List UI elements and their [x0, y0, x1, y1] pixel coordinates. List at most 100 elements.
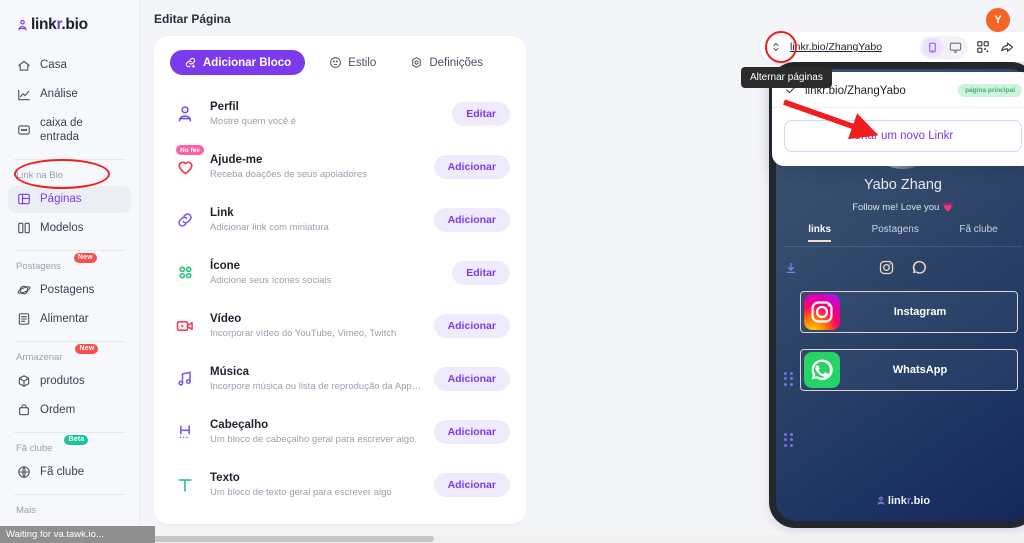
video-icon — [172, 316, 198, 336]
profile-tabs: links Postagens Fã clube — [776, 224, 1024, 242]
block-action-button[interactable]: Adicionar — [433, 207, 510, 232]
tab-adicionar-bloco[interactable]: Adicionar Bloco — [170, 50, 306, 75]
sidebar-item-produtos[interactable]: produtos — [8, 368, 131, 395]
block-name: Link — [210, 206, 234, 219]
settings-icon — [410, 56, 423, 69]
profile-name: Yabo Zhang — [864, 177, 942, 193]
block-desc: Incorporar vídeo do YouTube, Vimeo, Twit… — [210, 328, 397, 340]
brand-text: linkr.bio — [31, 16, 88, 33]
nav-group-armazenar: produtos Ordem — [0, 368, 139, 424]
avatar[interactable]: Y — [986, 8, 1010, 32]
app-root: linkr.bio Casa Análise caixa de entrada … — [0, 0, 1024, 543]
tab-definicoes[interactable]: Definições — [400, 50, 493, 75]
block-action-button[interactable]: Adicionar — [433, 154, 510, 179]
block-desc: Um bloco de texto geral para escrever al… — [210, 487, 392, 499]
sidebar-section-mais: Mais — [16, 504, 37, 516]
block-row[interactable]: Música Incorpore música ou lista de repr… — [154, 352, 526, 405]
list-item[interactable]: Instagram — [800, 291, 1018, 333]
person-link-icon — [876, 496, 886, 506]
create-new-linkr-button[interactable]: Criar um novo Linkr — [784, 120, 1022, 152]
sidebar-item-modelos[interactable]: Modelos — [8, 215, 131, 242]
music-icon — [172, 369, 198, 389]
person-link-icon — [16, 19, 29, 32]
block-row[interactable]: Ícone Adicione seus ícones sociais Edita… — [154, 246, 526, 299]
heading-icon — [172, 422, 198, 442]
sidebar-section-fa-clube: Fã clube Beta — [8, 434, 89, 454]
nav-group-top: Casa Análise caixa de entrada — [0, 52, 139, 151]
divider — [784, 246, 1022, 247]
sidebar-divider — [14, 158, 125, 160]
sidebar-item-label: caixa de entrada — [40, 117, 83, 144]
templates-icon — [16, 221, 31, 236]
block-text: Texto Um bloco de texto geral para escre… — [210, 471, 422, 499]
block-text: Perfil Mostre quem você é — [210, 100, 440, 128]
block-name: Música — [210, 365, 249, 378]
block-list: Perfil Mostre quem você é Editar No fee … — [154, 83, 526, 511]
tab-label: Estilo — [348, 56, 377, 69]
tooltip-alternar-paginas: Alternar páginas — [741, 67, 832, 88]
block-action-button[interactable]: Adicionar — [433, 313, 510, 338]
drag-handle[interactable] — [784, 371, 796, 386]
sidebar-section-postagens: Postagens New — [8, 252, 97, 272]
share-icon[interactable] — [998, 38, 1016, 56]
sidebar-item-analise[interactable]: Análise — [8, 81, 131, 108]
sidebar-item-fa-clube[interactable]: Fã clube — [8, 459, 131, 486]
tab-label: Definições — [429, 56, 484, 69]
palette-icon — [329, 56, 342, 69]
sidebar-item-paginas[interactable]: Páginas — [8, 185, 131, 213]
block-row[interactable]: Texto Um bloco de texto geral para escre… — [154, 458, 526, 511]
tab-estilo[interactable]: Estilo — [319, 50, 386, 75]
mobile-icon[interactable] — [922, 37, 943, 57]
block-row[interactable]: Cabeçalho Um bloco de cabeçalho geral pa… — [154, 405, 526, 458]
phone-footer-brand: linkr.bio — [776, 495, 1024, 507]
tab-label: Adicionar Bloco — [203, 56, 292, 69]
profile-tab-fa-clube[interactable]: Fã clube — [959, 224, 997, 242]
qr-code-icon[interactable] — [974, 38, 992, 56]
block-action-button[interactable]: Adicionar — [433, 472, 510, 497]
horizontal-scrollbar[interactable] — [140, 535, 1024, 543]
page-url-link[interactable]: linkr.bio/ZhangYabo — [790, 41, 882, 53]
sidebar-item-label: Análise — [40, 88, 78, 101]
block-row[interactable]: Link Adicionar link com miniatura Adicio… — [154, 193, 526, 246]
sidebar-item-ordem[interactable]: Ordem — [8, 397, 131, 424]
fanclub-icon — [16, 465, 31, 480]
sidebar-item-caixa-de-entrada[interactable]: caixa de entrada — [8, 110, 131, 151]
up-down-chevron-icon[interactable] — [768, 39, 784, 55]
block-desc: Um bloco de cabeçalho geral para escreve… — [210, 434, 418, 446]
scrollbar-thumb[interactable] — [144, 536, 434, 542]
list-item[interactable]: WhatsApp — [800, 349, 1018, 391]
browser-status-bar: Waiting for va.tawk.io... — [0, 526, 155, 543]
drag-handle[interactable] — [784, 432, 796, 447]
block-action-button[interactable]: Adicionar — [433, 419, 510, 444]
block-action-button[interactable]: Adicionar — [433, 366, 510, 391]
block-name: Vídeo — [210, 312, 242, 325]
device-toggle — [920, 35, 968, 59]
block-row[interactable]: Perfil Mostre quem você é Editar — [154, 87, 526, 140]
footer-brand-text: linkr.bio — [887, 495, 931, 507]
block-text: Vídeo Incorporar vídeo do YouTube, Vimeo… — [210, 312, 422, 340]
block-action-button[interactable]: Editar — [452, 260, 510, 285]
pages-icon — [16, 192, 31, 207]
block-name: Perfil — [210, 100, 239, 113]
instagram-outline-icon[interactable] — [878, 259, 895, 281]
sidebar-section-link-na-bio: Link na Bio — [16, 169, 64, 181]
whatsapp-outline-icon[interactable] — [911, 259, 928, 281]
block-action-button[interactable]: Editar — [452, 101, 510, 126]
sidebar-item-label: Modelos — [40, 222, 84, 235]
block-row[interactable]: Vídeo Incorporar vídeo do YouTube, Vimeo… — [154, 299, 526, 352]
nav-group-linkbio: Páginas Modelos — [0, 185, 139, 242]
main-area: Editar Página Adicionar Bloco Estilo Def… — [140, 0, 1024, 543]
desktop-icon[interactable] — [945, 38, 966, 57]
profile-tab-postagens[interactable]: Postagens — [872, 224, 919, 242]
sidebar-item-label: Páginas — [40, 193, 82, 206]
sidebar-item-alimentar[interactable]: Alimentar — [8, 306, 131, 333]
sidebar-item-postagens[interactable]: Postagens — [8, 277, 131, 304]
block-text: Ajude-me Receba doações de seus apoiador… — [210, 153, 422, 181]
sidebar-item-casa[interactable]: Casa — [8, 52, 131, 79]
profile-tab-links[interactable]: links — [808, 224, 832, 242]
list-item-label: WhatsApp — [892, 364, 948, 376]
block-name: Ajude-me — [210, 153, 263, 166]
block-row[interactable]: No fee Ajude-me Receba doações de seus a… — [154, 140, 526, 193]
brand-logo[interactable]: linkr.bio — [0, 14, 139, 34]
nav-group-postagens: Postagens Alimentar — [0, 277, 139, 333]
